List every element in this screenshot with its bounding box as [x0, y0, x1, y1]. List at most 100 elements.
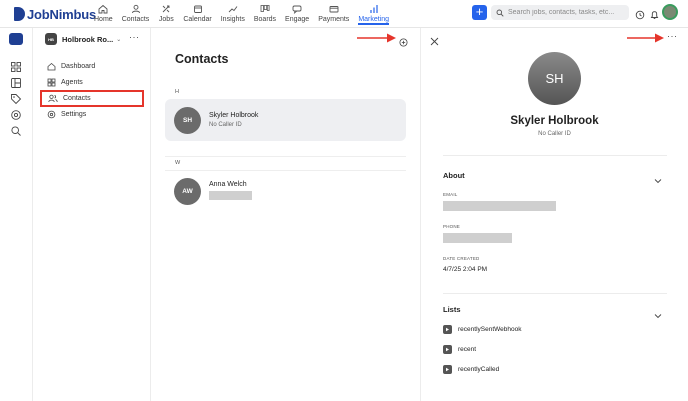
list-item[interactable]: recentlySentWebhook: [443, 325, 521, 334]
about-section-title: About: [443, 171, 465, 180]
app-rail: [0, 28, 33, 401]
nav-insights-label: Insights: [220, 16, 245, 23]
agents-icon: [47, 78, 56, 87]
insights-icon: [225, 2, 241, 16]
sidebar-item-dashboard[interactable]: Dashboard: [41, 59, 143, 74]
workspace-name: Holbrook Ro...: [62, 34, 114, 44]
group-letter-w: W: [175, 160, 181, 166]
list-icon: [443, 365, 452, 374]
search-icon: [496, 4, 504, 22]
bell-icon[interactable]: [650, 7, 659, 25]
email-label: EMAIL: [443, 192, 458, 197]
chevron-down-icon[interactable]: [654, 306, 662, 324]
contact-caller-id: No Caller ID: [209, 122, 242, 128]
grid-icon[interactable]: [10, 60, 22, 72]
nav-calendar[interactable]: Calendar: [183, 2, 212, 25]
nav-boards[interactable]: Boards: [254, 2, 276, 25]
marketing-icon: [366, 2, 382, 16]
workspace-sidebar: HB Holbrook Ro... ⌄ ··· Dashboard Agents…: [33, 28, 151, 401]
lists-section-title: Lists: [443, 305, 461, 314]
contact-row-anna-welch[interactable]: AW Anna Welch: [165, 170, 406, 212]
app-switcher-icon[interactable]: [9, 33, 23, 45]
phone-value-redacted: [443, 233, 512, 245]
contacts-list-panel: Contacts H SH Skyler Holbrook No Caller …: [151, 28, 421, 401]
nav-marketing[interactable]: Marketing: [358, 2, 390, 25]
add-new-button[interactable]: +: [472, 5, 487, 20]
tag-icon[interactable]: [10, 92, 22, 105]
contacts-icon: [48, 94, 58, 103]
nav-jobs[interactable]: Jobs: [158, 2, 174, 25]
logo-mark-icon: [14, 7, 25, 21]
history-icon[interactable]: [635, 7, 645, 25]
add-contact-icon[interactable]: [399, 34, 408, 52]
nav-home-label: Home: [94, 16, 113, 23]
nav-payments[interactable]: Payments: [318, 2, 349, 25]
group-letter-h: H: [175, 89, 179, 95]
sidebar-item-label: Agents: [61, 79, 83, 86]
settings-icon: [47, 110, 56, 119]
global-search[interactable]: [491, 5, 629, 20]
nav-contacts[interactable]: Contacts: [121, 2, 150, 25]
nav-insights[interactable]: Insights: [221, 2, 245, 25]
target-icon[interactable]: [10, 108, 22, 120]
nav-engage-label: Engage: [285, 16, 310, 23]
phone-label: PHONE: [443, 224, 461, 229]
contact-detail-panel: ··· SH Skyler Holbrook No Caller ID Abou…: [421, 28, 688, 401]
annotation-arrow-more-options: [627, 33, 664, 43]
nav-jobs-label: Jobs: [158, 16, 174, 23]
search-icon[interactable]: [10, 124, 22, 136]
jobnimbus-logo[interactable]: JobNimbus: [14, 6, 96, 22]
dashboard-icon: [47, 62, 56, 71]
sidebar-item-contacts[interactable]: Contacts: [40, 90, 144, 107]
list-item[interactable]: recentlyCalled: [443, 365, 499, 374]
payments-icon: [326, 2, 342, 16]
nav-boards-label: Boards: [253, 16, 277, 23]
nav-home[interactable]: Home: [94, 2, 113, 25]
boards-icon: [257, 2, 273, 16]
contact-avatar: SH: [174, 106, 201, 134]
logo-text: JobNimbus: [27, 6, 96, 22]
section-divider: [443, 155, 667, 156]
nav-calendar-label: Calendar: [183, 16, 212, 23]
contact-detail-name: Skyler Holbrook: [510, 115, 599, 127]
jobs-icon: [158, 2, 174, 16]
list-icon: [443, 325, 452, 334]
search-input[interactable]: [508, 9, 628, 16]
nav-contacts-label: Contacts: [121, 16, 150, 23]
sidebar-item-label: Dashboard: [61, 63, 96, 70]
contact-row-skyler-holbrook[interactable]: SH Skyler Holbrook No Caller ID: [165, 99, 406, 141]
list-item-label: recentlyCalled: [458, 366, 500, 373]
date-created-label: DATE CREATED: [443, 256, 480, 261]
contact-redacted-info: [209, 190, 252, 202]
user-avatar[interactable]: [662, 4, 678, 20]
contact-name: Skyler Holbrook: [209, 112, 259, 119]
email-value-redacted: [443, 201, 556, 213]
sidebar-item-label: Settings: [61, 111, 87, 118]
contacts-icon: [128, 2, 144, 16]
contact-avatar-large: SH: [528, 52, 581, 105]
more-options-icon[interactable]: ···: [129, 32, 140, 42]
nav-engage[interactable]: Engage: [285, 2, 309, 25]
nav-marketing-label: Marketing: [358, 16, 390, 23]
nav-payments-label: Payments: [318, 16, 350, 23]
engage-icon: [289, 2, 305, 16]
chevron-down-icon[interactable]: [654, 171, 662, 189]
sidebar-item-settings[interactable]: Settings: [41, 107, 143, 122]
workspace-switcher[interactable]: HB Holbrook Ro... ⌄: [45, 33, 121, 45]
contact-detail-caller-id: No Caller ID: [538, 131, 571, 137]
list-icon: [443, 345, 452, 354]
chevron-down-icon: ⌄: [116, 36, 122, 43]
group-divider: [165, 156, 406, 157]
layout-icon[interactable]: [10, 76, 22, 88]
close-icon[interactable]: [430, 33, 439, 51]
main-nav: Home Contacts Jobs Calendar Insights Boa…: [94, 2, 398, 25]
contact-name: Anna Welch: [209, 180, 247, 188]
list-item[interactable]: recent: [443, 345, 476, 354]
list-item-label: recent: [458, 346, 477, 353]
section-divider: [443, 293, 667, 294]
page-title: Contacts: [175, 52, 229, 66]
sidebar-item-agents[interactable]: Agents: [41, 75, 143, 90]
more-options-icon[interactable]: ···: [667, 31, 678, 41]
annotation-arrow-add-contact: [357, 33, 396, 43]
top-navigation-bar: JobNimbus Home Contacts Jobs Calendar In…: [0, 0, 688, 28]
